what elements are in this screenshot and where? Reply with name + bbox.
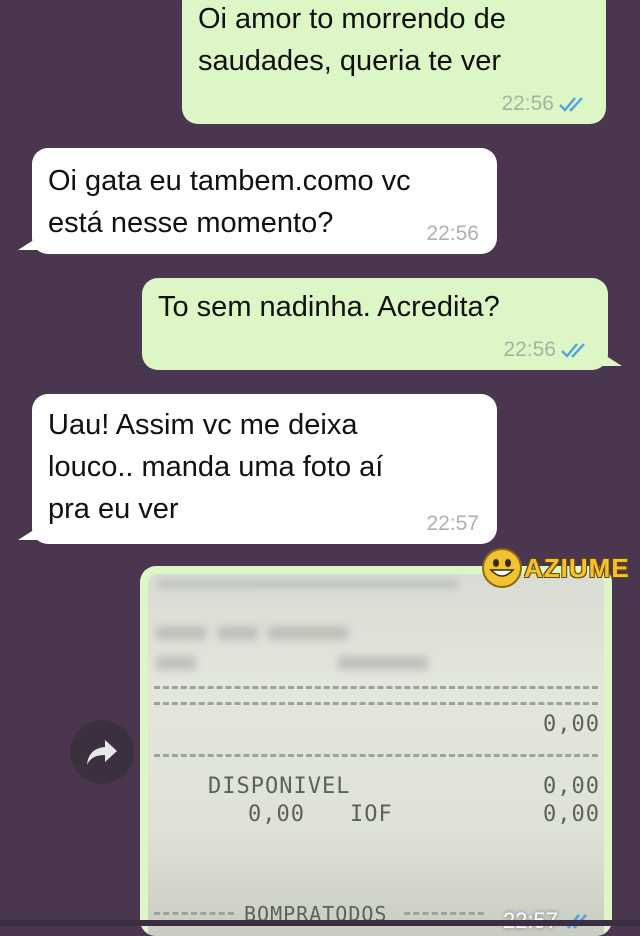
message-meta: 22:57 (426, 512, 479, 536)
receipt-amount-iof: 0,00 (543, 802, 600, 827)
receipt-divider (154, 702, 598, 705)
blurred-text (158, 580, 458, 588)
message-bubble-incoming[interactable]: Uau! Assim vc me deixa louco.. manda uma… (18, 394, 497, 544)
blurred-text (338, 656, 428, 670)
bubble-tail (18, 526, 40, 540)
receipt-photo[interactable]: 0,00 DISPONIVEL 0,00 0,00 IOF 0,00 BOMPR… (148, 574, 604, 936)
blurred-text (156, 626, 206, 640)
double-check-read-icon (559, 97, 583, 112)
message-text: Oi amor to morrendo de saudades, queria … (198, 3, 506, 77)
message-text: To sem nadinha. Acredita? (158, 291, 500, 323)
receipt-divider (154, 686, 598, 689)
message-meta: 22:56 (426, 222, 479, 246)
bottom-edge (0, 920, 640, 926)
receipt-divider (154, 912, 234, 915)
message-bubble-outgoing[interactable]: To sem nadinha. Acredita? 22:56 (142, 278, 622, 370)
message-text: Oi gata eu tambem.como vc está nesse mom… (48, 165, 411, 239)
receipt-label-disponivel: DISPONIVEL (208, 774, 351, 799)
receipt-divider (404, 912, 484, 915)
message-time: 22:56 (503, 338, 556, 361)
bubble-tail (600, 352, 622, 366)
receipt-amount-left: 0,00 (248, 802, 305, 827)
message-time: 22:56 (501, 92, 554, 115)
share-forward-icon (87, 740, 117, 765)
grinning-face-icon (482, 548, 522, 588)
bubble-tail (18, 236, 40, 250)
message-text: Uau! Assim vc me deixa louco.. manda uma… (48, 409, 384, 525)
blurred-text (156, 656, 196, 670)
message-time: 22:56 (426, 222, 479, 245)
image-message-bubble[interactable]: 0,00 DISPONIVEL 0,00 0,00 IOF 0,00 BOMPR… (140, 566, 612, 936)
forward-button[interactable] (70, 720, 134, 784)
receipt-label-iof: IOF (350, 802, 393, 827)
message-bubble-outgoing[interactable]: Oi amor to morrendo de saudades, queria … (182, 0, 606, 124)
message-bubble-incoming[interactable]: Oi gata eu tambem.como vc está nesse mom… (18, 148, 497, 254)
watermark-logo: AZIUME (482, 548, 630, 588)
message-meta: 22:56 (503, 338, 590, 362)
receipt-amount-disponivel: 0,00 (543, 774, 600, 799)
receipt-divider (154, 754, 598, 757)
double-check-read-icon (561, 343, 585, 358)
message-time: 22:57 (426, 512, 479, 535)
blurred-text (218, 626, 258, 640)
blurred-text (268, 626, 348, 640)
receipt-amount: 0,00 (543, 712, 600, 737)
message-meta: 22:56 (501, 92, 588, 116)
watermark-text: AZIUME (524, 552, 630, 583)
